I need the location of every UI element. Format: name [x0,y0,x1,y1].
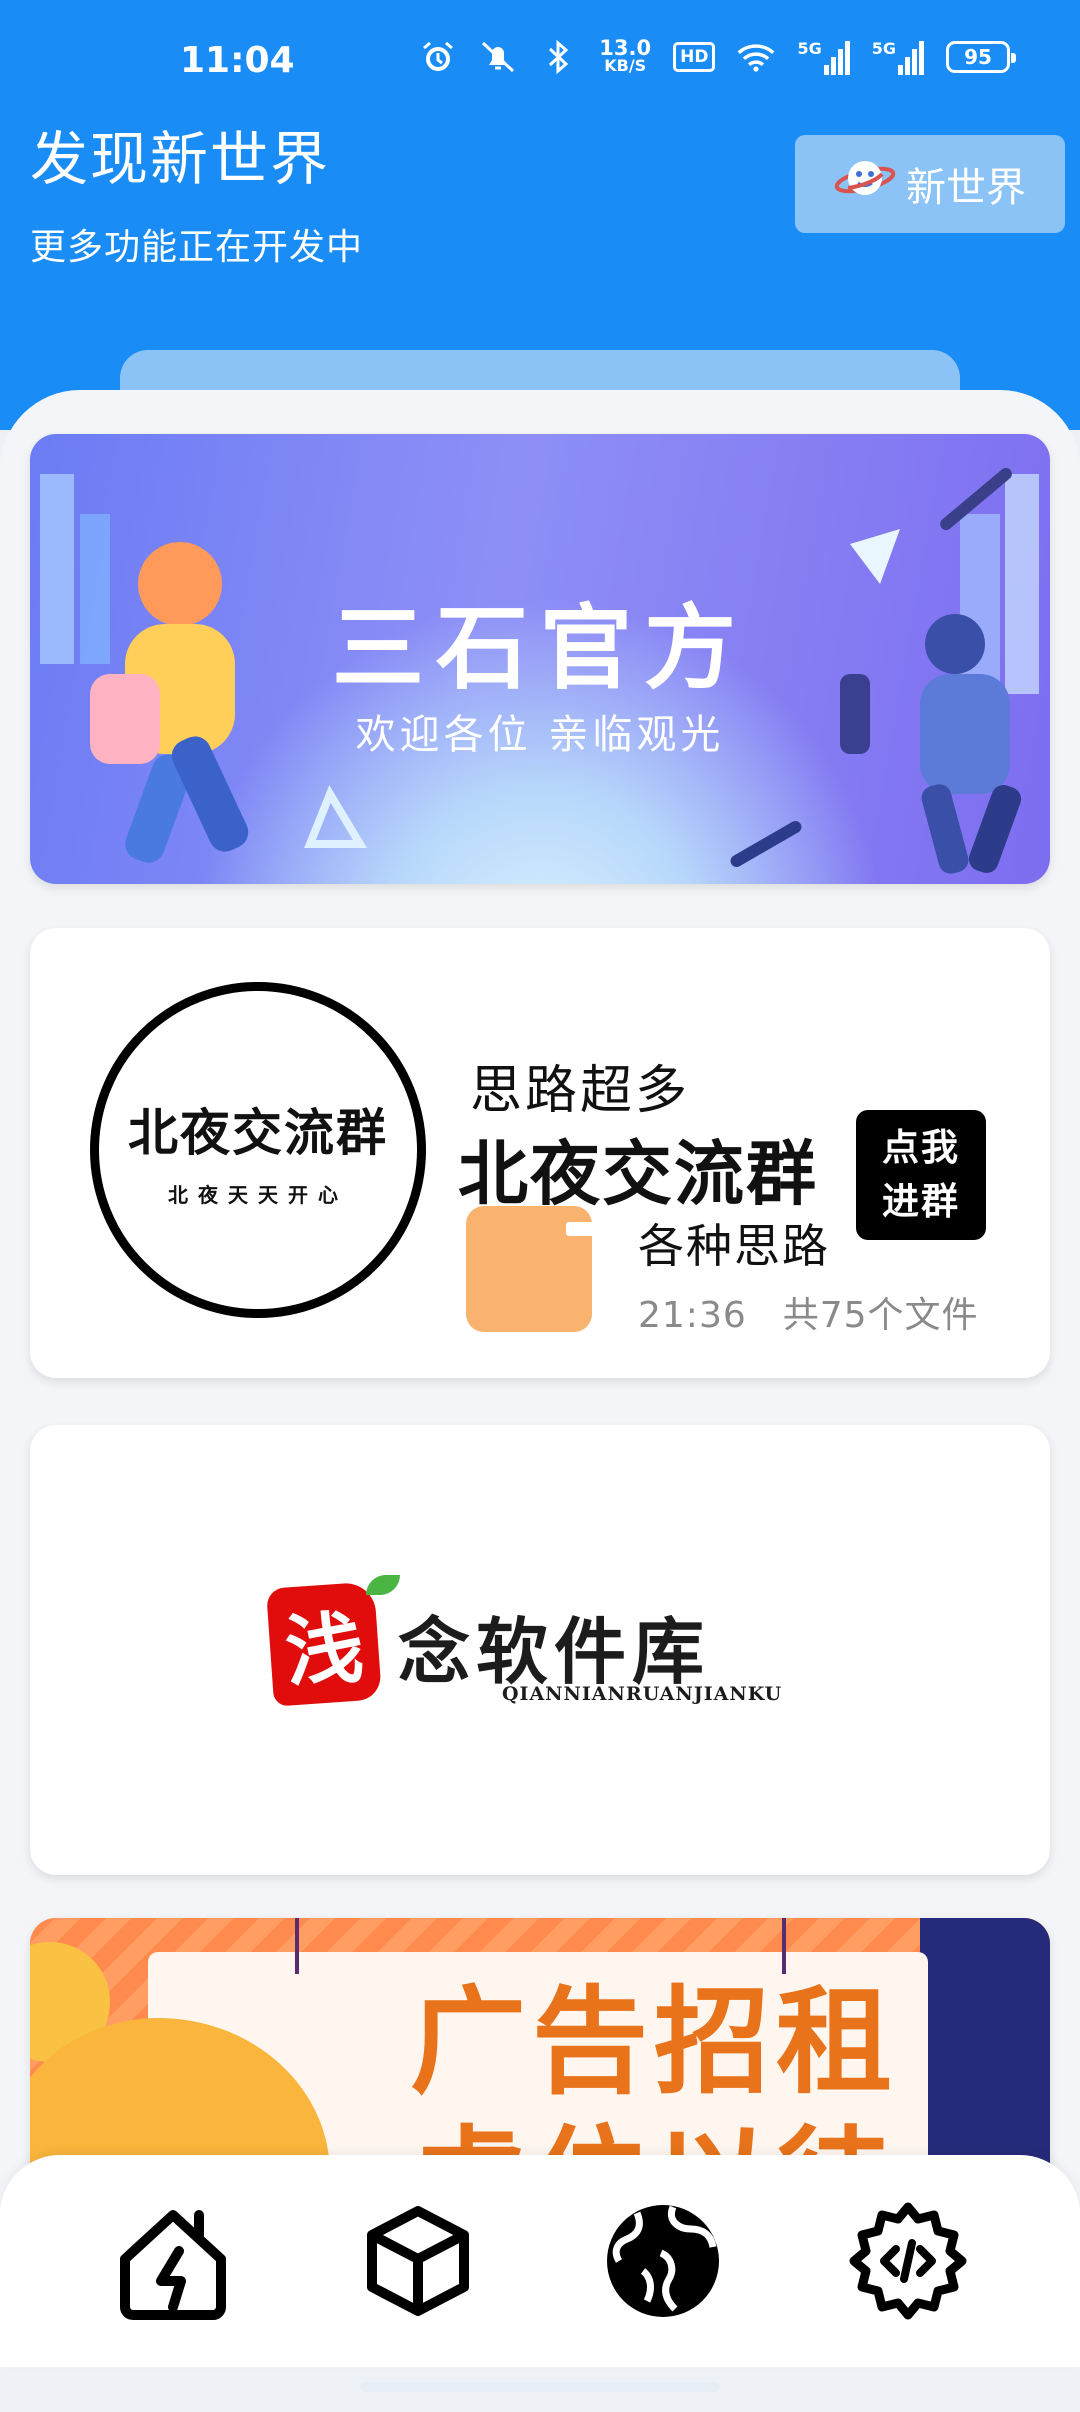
cube-icon [366,2206,469,2316]
nav-home[interactable] [108,2196,238,2326]
group-tagline: 思路超多 [470,1061,691,1121]
page-title: 发现新世界 [30,125,331,193]
new-world-label: 新世界 [906,165,1026,211]
ad-hanger-right [782,1918,786,1974]
leaf-icon [366,1575,400,1595]
mute-icon [479,38,517,76]
nav-globe[interactable] [598,2196,728,2326]
folder-count: 共75个文件 [782,1295,979,1336]
bluetooth-icon [539,38,577,76]
official-banner[interactable]: 三石官方 欢迎各位 亲临观光 [30,434,1050,884]
sim2-label: 5G [871,39,896,58]
alarm-icon [419,38,457,76]
banner-title: 三石官方 [331,595,748,702]
group-logo: 北夜交流群 北夜天天开心 [90,982,426,1318]
sim1-label: 5G [797,39,822,58]
join-group-button[interactable]: 点我 进群 [856,1110,986,1240]
group-name: 北夜交流群 [458,1133,818,1215]
status-icons: 13.0 KB/S HD 5G 5G 95 [419,36,1016,76]
globe-icon [606,2205,719,2317]
signal-sim2: 5G [872,39,924,75]
ad-text-line1: 广告招租 [410,1974,898,2110]
code-gear-icon [849,2202,966,2320]
page-subtitle: 更多功能正在开发中 [30,227,364,268]
home-indicator[interactable] [360,2382,720,2392]
library-pinyin: QIANNIANRUANJIANKU [502,1683,783,1705]
bottom-nav [0,2155,1080,2367]
folder-name: 各种思路 [638,1219,830,1273]
battery-indicator: 95 [946,41,1016,73]
software-library-card[interactable]: 浅 念软件库 QIANNIANRUANJIANKU [30,1425,1050,1875]
library-logo: 浅 念软件库 QIANNIANRUANJIANKU [266,1575,810,1725]
banner-subtitle: 欢迎各位 亲临观光 [355,712,725,758]
hd-badge: HD [673,42,716,72]
new-world-button[interactable]: 新世界 [795,135,1065,233]
join-label-1: 点我 [882,1126,960,1169]
signal-sim1: 5G [797,39,850,75]
net-rate: 13.0 KB/S [599,36,652,75]
library-badge: 浅 [266,1581,382,1707]
nav-cube[interactable] [353,2196,483,2326]
net-rate-unit: KB/S [604,56,647,75]
wifi-icon [737,38,775,76]
folder-meta: 21:36 共75个文件 [638,1286,1015,1338]
net-rate-value: 13.0 [599,36,652,60]
nav-settings[interactable] [843,2196,973,2326]
group-logo-small: 北夜天天开心 [168,1182,348,1207]
group-card[interactable]: 北夜交流群 北夜天天开心 思路超多 北夜交流群 点我 进群 各种思路 21:36… [30,928,1050,1378]
status-time: 11:04 [180,40,295,81]
screen: 11:04 13.0 KB/S HD 5G 5G 95 发现新世界 更多功能正在… [0,0,1080,2412]
folder-icon [466,1206,592,1332]
ad-hanger-left [295,1918,299,1974]
status-bar: 11:04 13.0 KB/S HD 5G 5G 95 [0,0,1080,120]
group-logo-main: 北夜交流群 [128,1103,388,1162]
folder-time: 21:36 [638,1295,747,1336]
home-lightning-icon [119,2210,226,2320]
join-label-2: 进群 [882,1180,960,1223]
planet-icon [834,154,896,214]
